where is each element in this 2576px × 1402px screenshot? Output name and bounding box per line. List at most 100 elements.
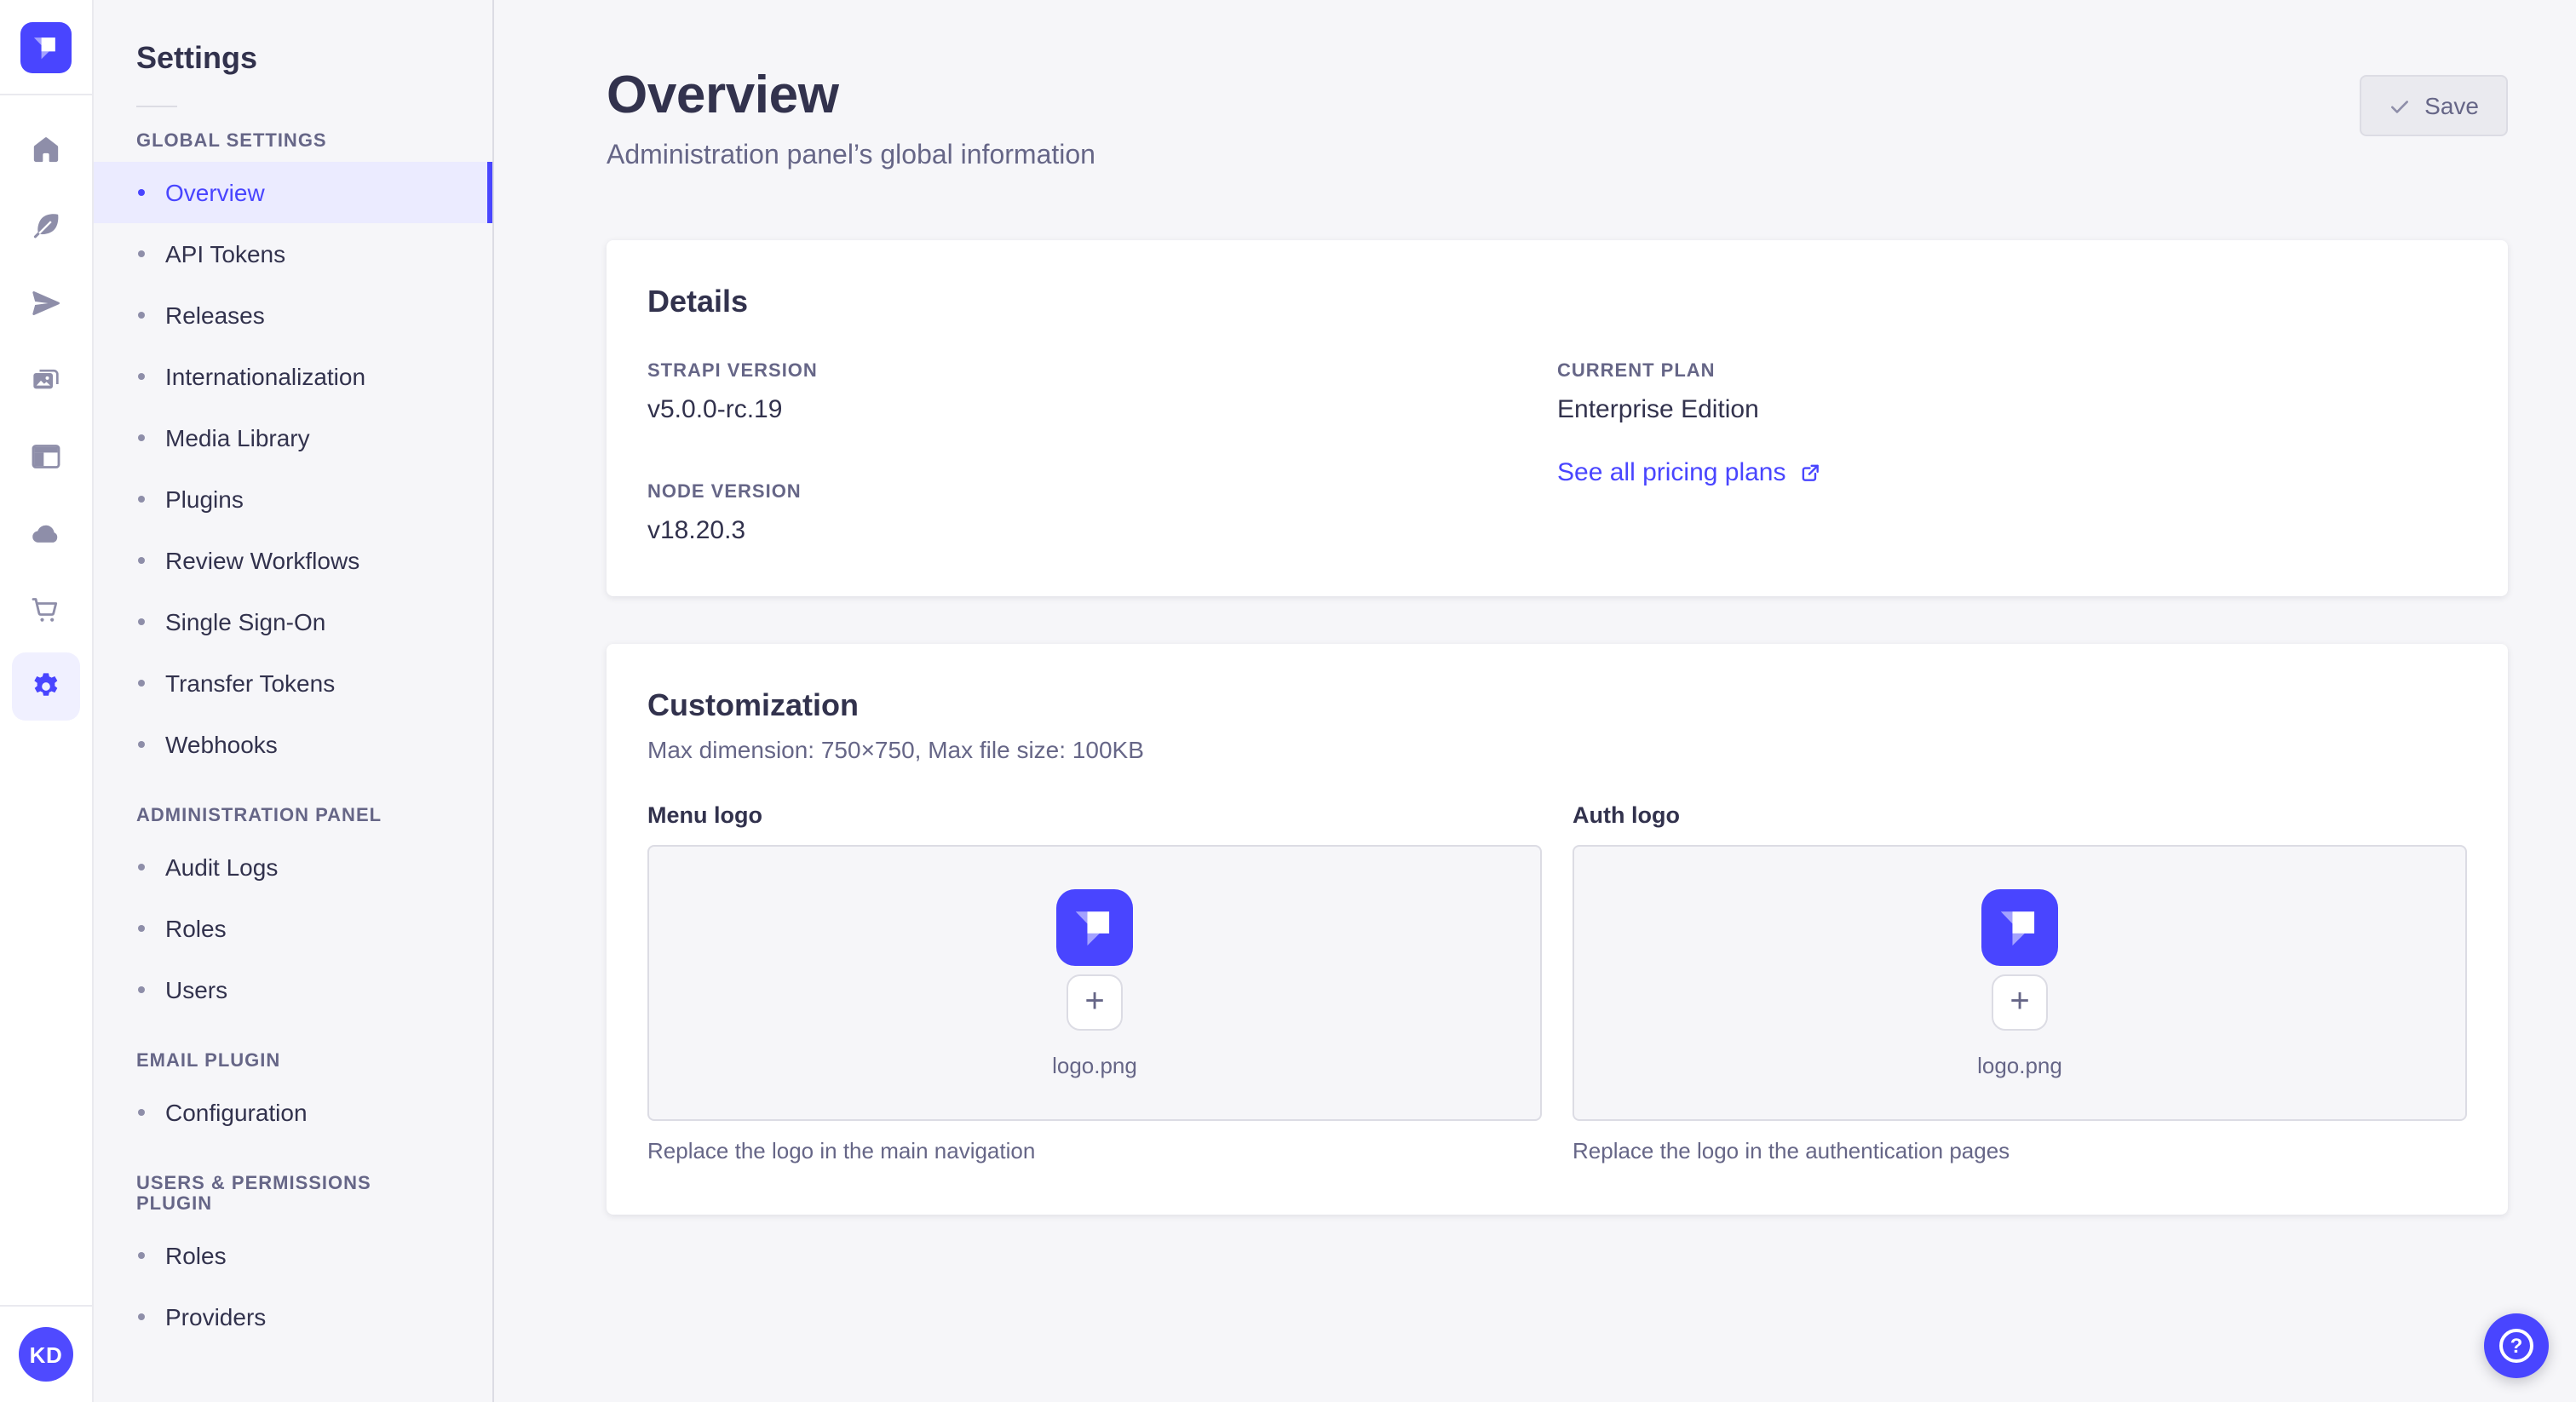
- sidebar-item-label: Roles: [165, 915, 227, 942]
- sidebar-item-label: Providers: [165, 1303, 267, 1330]
- customization-card: Customization Max dimension: 750×750, Ma…: [607, 644, 2508, 1215]
- bullet-icon: [138, 1252, 145, 1259]
- strapi-version-label: STRAPI VERSION: [647, 361, 818, 382]
- bullet-icon: [138, 189, 145, 196]
- node-version-label: NODE VERSION: [647, 482, 802, 503]
- strapi-version-value: v5.0.0-rc.19: [647, 395, 783, 424]
- sidebar-item-label: Overview: [165, 179, 265, 206]
- current-plan-value: Enterprise Edition: [1557, 395, 1759, 424]
- question-mark-icon: ?: [2499, 1329, 2533, 1363]
- menu-logo-preview-icon: [1056, 888, 1133, 965]
- details-card: Details STRAPI VERSION v5.0.0-rc.19 NODE…: [607, 240, 2508, 596]
- bullet-icon: [138, 741, 145, 748]
- sidebar-item-overview[interactable]: Overview: [94, 162, 492, 223]
- sidebar-item-label: Webhooks: [165, 731, 278, 758]
- sidebar-item-label: Internationalization: [165, 363, 366, 390]
- bullet-icon: [138, 250, 145, 257]
- divider: [136, 106, 177, 107]
- add-menu-logo-button[interactable]: +: [1067, 974, 1123, 1030]
- auth-logo-field: Auth logo + logo.png Replace the logo in…: [1573, 801, 2467, 1164]
- bullet-icon: [138, 373, 145, 380]
- details-right-column: CURRENT PLAN Enterprise Edition See all …: [1557, 361, 2467, 545]
- menu-logo-label: Menu logo: [647, 802, 762, 828]
- settings-sidebar: Settings GLOBAL SETTINGS Overview API To…: [94, 0, 494, 1402]
- sidebar-item-admin-users[interactable]: Users: [94, 959, 492, 1020]
- sidebar-item-label: Single Sign-On: [165, 608, 326, 635]
- cloud-icon[interactable]: [12, 499, 80, 567]
- sidebar-item-api-tokens[interactable]: API Tokens: [94, 223, 492, 284]
- bullet-icon: [138, 1109, 145, 1116]
- rail-nav: [0, 95, 92, 721]
- sidebar-item-label: Configuration: [165, 1099, 308, 1126]
- save-button-label: Save: [2424, 92, 2479, 119]
- sidebar-item-plugins[interactable]: Plugins: [94, 468, 492, 530]
- send-icon[interactable]: [12, 269, 80, 337]
- sidebar-item-up-roles[interactable]: Roles: [94, 1225, 492, 1286]
- add-auth-logo-button[interactable]: +: [1992, 974, 2048, 1030]
- sidebar-item-email-configuration[interactable]: Configuration: [94, 1082, 492, 1143]
- sidebar-item-label: Transfer Tokens: [165, 669, 336, 697]
- sidebar-item-label: Audit Logs: [165, 853, 279, 881]
- bullet-icon: [138, 496, 145, 503]
- sidebar-item-releases[interactable]: Releases: [94, 284, 492, 346]
- sidebar-item-media-library[interactable]: Media Library: [94, 407, 492, 468]
- save-button[interactable]: Save: [2360, 75, 2508, 136]
- sidebar-item-webhooks[interactable]: Webhooks: [94, 714, 492, 775]
- plus-icon: +: [2010, 983, 2030, 1020]
- section-label-users-permissions-plugin: USERS & PERMISSIONS PLUGIN: [136, 1174, 371, 1215]
- sidebar-item-admin-roles[interactable]: Roles: [94, 898, 492, 959]
- page-title: Overview: [607, 65, 839, 124]
- layout-icon[interactable]: [12, 422, 80, 491]
- main-nav-rail: KD: [0, 0, 94, 1402]
- auth-logo-dropzone[interactable]: + logo.png: [1573, 845, 2467, 1121]
- sidebar-item-label: Roles: [165, 1242, 227, 1269]
- gear-icon[interactable]: [12, 652, 80, 721]
- bullet-icon: [138, 312, 145, 319]
- see-all-pricing-plans-link[interactable]: See all pricing plans: [1557, 458, 1822, 487]
- page-header: Overview Administration panel’s global i…: [607, 65, 2508, 172]
- user-avatar[interactable]: KD: [19, 1327, 73, 1382]
- settings-nav: GLOBAL SETTINGS Overview API Tokens Rele…: [94, 131, 492, 1347]
- sidebar-item-up-providers[interactable]: Providers: [94, 1286, 492, 1347]
- sidebar-item-label: Releases: [165, 302, 265, 329]
- bullet-icon: [138, 434, 145, 441]
- sidebar-item-review-workflows[interactable]: Review Workflows: [94, 530, 492, 591]
- images-icon[interactable]: [12, 346, 80, 414]
- external-link-icon: [1803, 464, 1820, 481]
- customization-subheading: Max dimension: 750×750, Max file size: 1…: [647, 736, 1144, 763]
- auth-logo-filename: logo.png: [1977, 1052, 2062, 1077]
- details-left-column: STRAPI VERSION v5.0.0-rc.19 NODE VERSION…: [647, 361, 1557, 545]
- rail-footer: KD: [0, 1305, 92, 1402]
- menu-logo-field: Menu logo + logo.png Replace the logo in…: [647, 801, 1542, 1164]
- feather-icon[interactable]: [12, 192, 80, 261]
- home-icon[interactable]: [12, 116, 80, 184]
- sidebar-item-label: Users: [165, 976, 228, 1003]
- bullet-icon: [138, 557, 145, 564]
- bullet-icon: [138, 618, 145, 625]
- bullet-icon: [138, 925, 145, 932]
- sidebar-item-transfer-tokens[interactable]: Transfer Tokens: [94, 652, 492, 714]
- strapi-admin-app: KD Settings GLOBAL SETTINGS Overview API…: [0, 0, 2576, 1402]
- bullet-icon: [138, 680, 145, 687]
- menu-logo-hint: Replace the logo in the main navigation: [647, 1138, 1036, 1164]
- menu-logo-dropzone[interactable]: + logo.png: [647, 845, 1542, 1121]
- strapi-logo-icon[interactable]: [20, 21, 72, 72]
- section-label-administration-panel: ADMINISTRATION PANEL: [136, 806, 382, 826]
- current-plan-field: CURRENT PLAN Enterprise Edition: [1557, 361, 2467, 424]
- current-plan-label: CURRENT PLAN: [1557, 361, 1716, 382]
- section-label-global-settings: GLOBAL SETTINGS: [136, 131, 327, 152]
- sidebar-item-internationalization[interactable]: Internationalization: [94, 346, 492, 407]
- section-label-email-plugin: EMAIL PLUGIN: [136, 1051, 281, 1072]
- page-subtitle: Administration panel’s global informatio…: [607, 141, 1095, 170]
- cart-icon[interactable]: [12, 576, 80, 644]
- node-version-value: v18.20.3: [647, 516, 746, 545]
- sidebar-item-audit-logs[interactable]: Audit Logs: [94, 836, 492, 898]
- main-content: Overview Administration panel’s global i…: [494, 0, 2576, 1402]
- bullet-icon: [138, 864, 145, 871]
- sidebar-item-single-sign-on[interactable]: Single Sign-On: [94, 591, 492, 652]
- sidebar-item-label: Plugins: [165, 486, 244, 513]
- auth-logo-hint: Replace the logo in the authentication p…: [1573, 1138, 2010, 1164]
- details-heading: Details: [647, 284, 749, 319]
- help-button[interactable]: ?: [2484, 1313, 2549, 1378]
- pricing-link-label: See all pricing plans: [1557, 458, 1786, 487]
